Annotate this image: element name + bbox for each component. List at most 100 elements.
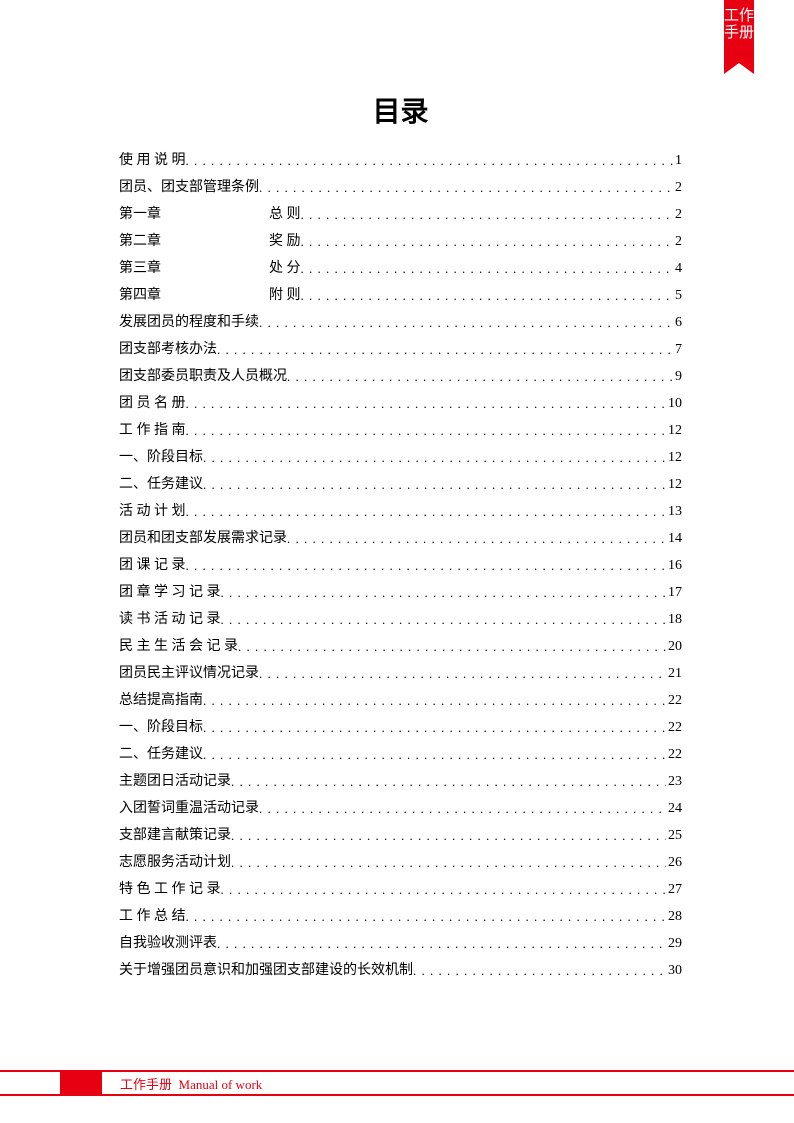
toc-page-number: 28 xyxy=(666,904,682,931)
toc-leader-dots xyxy=(186,904,667,931)
toc-leader-dots xyxy=(287,364,673,391)
toc-page-number: 7 xyxy=(673,337,682,364)
toc-leader-dots xyxy=(203,472,666,499)
toc-page-number: 27 xyxy=(666,877,682,904)
toc-entry-label: 团 员 名 册 xyxy=(119,391,186,418)
toc-row: 第一章总 则2 xyxy=(119,202,682,229)
toc-leader-dots xyxy=(186,148,674,175)
toc-leader-dots xyxy=(301,229,674,256)
toc-entry-label: 使 用 说 明 xyxy=(119,148,186,175)
toc-row: 工 作 总 结28 xyxy=(119,904,682,931)
toc-row: 团员、团支部管理条例 2 xyxy=(119,175,682,202)
toc-page-number: 22 xyxy=(666,688,682,715)
toc-leader-dots xyxy=(186,553,667,580)
toc-title: 目录 xyxy=(119,90,682,130)
toc-entry-label: 总 则 xyxy=(269,202,301,229)
toc-leader-dots xyxy=(217,337,673,364)
toc-entry-label: 一、阶段目标 xyxy=(119,445,203,472)
ribbon-bookmark: 工作手册 xyxy=(724,0,754,63)
toc-entry-label: 特 色 工 作 记 录 xyxy=(119,877,221,904)
toc-chapter-prefix: 第二章 xyxy=(119,229,269,256)
toc-page-number: 9 xyxy=(673,364,682,391)
page-body: 目录 使 用 说 明1团员、团支部管理条例2第一章总 则2第二章奖 励2第三章处… xyxy=(0,0,794,985)
toc-page-number: 20 xyxy=(666,634,682,661)
toc-row: 团员民主评议情况记录 21 xyxy=(119,661,682,688)
toc-page-number: 30 xyxy=(666,958,682,985)
toc-page-number: 24 xyxy=(666,796,682,823)
toc-row: 工 作 指 南12 xyxy=(119,418,682,445)
toc-leader-dots xyxy=(221,580,667,607)
toc-entry-label: 发展团员的程度和手续 xyxy=(119,310,259,337)
toc-page-number: 13 xyxy=(666,499,682,526)
toc-entry-label: 读 书 活 动 记 录 xyxy=(119,607,221,634)
toc-leader-dots xyxy=(186,418,667,445)
toc-leader-dots xyxy=(231,769,666,796)
toc-chapter-prefix: 第一章 xyxy=(119,202,269,229)
toc-leader-dots xyxy=(413,958,666,985)
toc-row: 志愿服务活动计划26 xyxy=(119,850,682,877)
toc-page-number: 2 xyxy=(673,229,682,256)
toc-page-number: 23 xyxy=(666,769,682,796)
toc-leader-dots xyxy=(287,526,666,553)
toc-entry-label: 团支部考核办法 xyxy=(119,337,217,364)
toc-page-number: 10 xyxy=(666,391,682,418)
toc-entry-label: 主题团日活动记录 xyxy=(119,769,231,796)
toc-leader-dots xyxy=(238,634,666,661)
toc-entry-label: 活 动 计 划 xyxy=(119,499,186,526)
toc-leader-dots xyxy=(221,877,667,904)
toc-page-number: 12 xyxy=(666,445,682,472)
toc-chapter-prefix: 第四章 xyxy=(119,283,269,310)
toc-leader-dots xyxy=(203,445,666,472)
toc-leader-dots xyxy=(259,310,673,337)
toc-row: 入团誓词重温活动记录24 xyxy=(119,796,682,823)
toc-page-number: 29 xyxy=(666,931,682,958)
toc-row: 活 动 计 划 13 xyxy=(119,499,682,526)
toc-page-number: 2 xyxy=(673,175,682,202)
toc-entry-label: 民 主 生 活 会 记 录 xyxy=(119,634,238,661)
toc-entry-label: 团员民主评议情况记录 xyxy=(119,661,259,688)
toc-row: 自我验收测评表29 xyxy=(119,931,682,958)
toc-row: 使 用 说 明1 xyxy=(119,148,682,175)
toc-leader-dots xyxy=(301,202,674,229)
toc-page-number: 17 xyxy=(666,580,682,607)
toc-entry-label: 团员、团支部管理条例 xyxy=(119,175,259,202)
toc-chapter-prefix: 第三章 xyxy=(119,256,269,283)
toc-leader-dots xyxy=(203,688,666,715)
toc-row: 二、任务建议 22 xyxy=(119,742,682,769)
toc-page-number: 22 xyxy=(666,742,682,769)
toc-row: 读 书 活 动 记 录 18 xyxy=(119,607,682,634)
footer-bar: 工作手册 Manual of work xyxy=(0,1070,794,1096)
toc-leader-dots xyxy=(301,256,674,283)
toc-page-number: 18 xyxy=(666,607,682,634)
toc-entry-label: 一、阶段目标 xyxy=(119,715,203,742)
toc-page-number: 26 xyxy=(666,850,682,877)
toc-leader-dots xyxy=(203,715,666,742)
toc-leader-dots xyxy=(259,175,673,202)
toc-page-number: 21 xyxy=(666,661,682,688)
toc-page-number: 6 xyxy=(673,310,682,337)
toc-page-number: 12 xyxy=(666,472,682,499)
toc-page-number: 25 xyxy=(666,823,682,850)
toc-list: 使 用 说 明1团员、团支部管理条例2第一章总 则2第二章奖 励2第三章处 分4… xyxy=(119,148,682,985)
toc-row: 第四章附 则 5 xyxy=(119,283,682,310)
toc-page-number: 14 xyxy=(666,526,682,553)
footer-label-en: Manual of work xyxy=(179,1077,263,1092)
toc-entry-label: 二、任务建议 xyxy=(119,472,203,499)
toc-row: 团 章 学 习 记 录17 xyxy=(119,580,682,607)
toc-leader-dots xyxy=(231,823,666,850)
toc-row: 民 主 生 活 会 记 录 20 xyxy=(119,634,682,661)
toc-row: 团员和团支部发展需求记录14 xyxy=(119,526,682,553)
toc-page-number: 12 xyxy=(666,418,682,445)
toc-entry-label: 二、任务建议 xyxy=(119,742,203,769)
toc-entry-label: 附 则 xyxy=(269,283,301,310)
toc-row: 关于增强团员意识和加强团支部建设的长效机制30 xyxy=(119,958,682,985)
toc-leader-dots xyxy=(259,796,666,823)
toc-page-number: 5 xyxy=(673,283,682,310)
toc-entry-label: 团 课 记 录 xyxy=(119,553,186,580)
toc-leader-dots xyxy=(217,931,666,958)
toc-entry-label: 奖 励 xyxy=(269,229,301,256)
toc-row: 发展团员的程度和手续 6 xyxy=(119,310,682,337)
toc-row: 主题团日活动记录 23 xyxy=(119,769,682,796)
ribbon-text: 工作手册 xyxy=(724,8,754,41)
toc-entry-label: 总结提高指南 xyxy=(119,688,203,715)
